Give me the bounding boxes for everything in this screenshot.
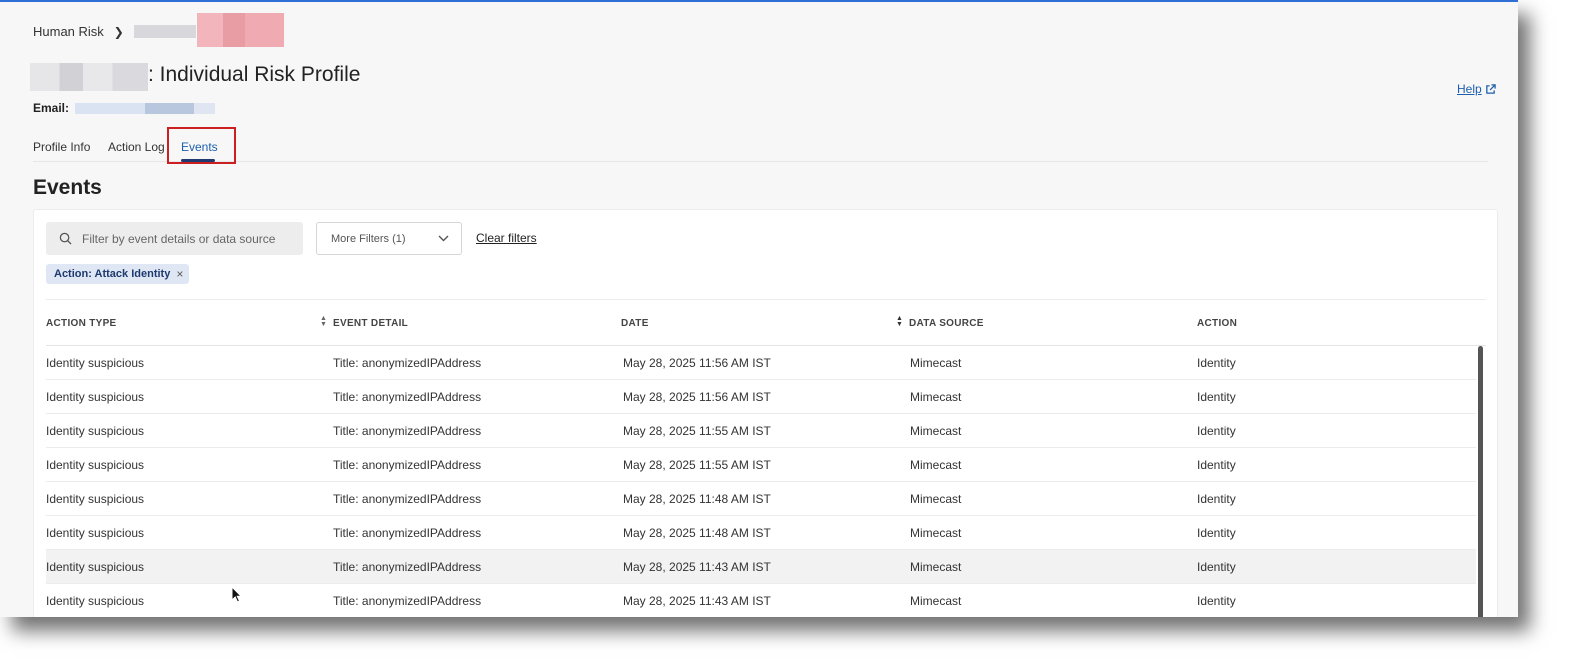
tab-action-log[interactable]: Action Log: [108, 140, 165, 154]
mouse-cursor-icon: [231, 586, 243, 603]
action-cell: Identity: [1197, 594, 1236, 608]
action-type-cell: Identity suspicious: [46, 492, 145, 506]
table-row[interactable]: Identity suspicious Title: anonymizedIPAd…: [46, 448, 1476, 482]
action-cell: Identity: [1197, 458, 1236, 472]
chevron-down-icon: [438, 235, 449, 242]
event-detail-cell: Title: anonymizedIPAddress: [333, 594, 482, 608]
date-cell: May 28, 2025 11:55 AM IST: [623, 458, 771, 472]
email-label: Email:: [33, 101, 70, 115]
help-label: Help: [1457, 82, 1482, 96]
date-cell: May 28, 2025 11:48 AM IST: [623, 492, 771, 506]
date-cell: May 28, 2025 11:43 AM IST: [623, 560, 771, 574]
help-link[interactable]: Help: [1457, 82, 1496, 96]
event-detail-cell: Title: anonymizedIPAddress: [333, 526, 482, 540]
action-type-cell: Identity suspicious: [46, 594, 145, 608]
action-cell: Identity: [1197, 492, 1236, 506]
tab-bar: Profile Info Action Log Events: [33, 136, 1488, 162]
annotation-highlight-box: [167, 127, 236, 164]
event-detail-cell: Title: anonymizedIPAddress: [333, 390, 482, 404]
app-window: Human Risk ❯ : Individual Risk Profile E…: [0, 0, 1518, 617]
redacted-email: [75, 102, 216, 114]
table-body: Identity suspicious Title: anonymizedIPAd…: [46, 346, 1476, 617]
date-cell: May 28, 2025 11:48 AM IST: [623, 526, 771, 540]
search-input[interactable]: [80, 230, 284, 247]
redacted-user-name: [30, 63, 148, 91]
breadcrumb-redacted-name: [133, 25, 196, 38]
action-cell: Identity: [1197, 560, 1236, 574]
table-row[interactable]: Identity suspicious Title: anonymizedIPAd…: [46, 482, 1476, 516]
action-cell: Identity: [1197, 356, 1236, 370]
filter-chip-label: Action: Attack Identity: [54, 268, 171, 280]
data-source-cell: Mimecast: [910, 492, 962, 506]
search-icon: [59, 232, 72, 245]
data-source-cell: Mimecast: [910, 424, 962, 438]
scrollbar-thumb[interactable]: [1478, 346, 1483, 617]
table-row[interactable]: Identity suspicious Title: anonymizedIPAd…: [46, 584, 1476, 617]
action-cell: Identity: [1197, 390, 1236, 404]
scrollbar[interactable]: [1478, 346, 1484, 617]
action-type-cell: Identity suspicious: [46, 560, 145, 574]
column-header-action-type[interactable]: ACTION TYPE: [46, 318, 117, 329]
data-source-cell: Mimecast: [910, 526, 962, 540]
breadcrumb-root-link[interactable]: Human Risk: [33, 24, 104, 39]
divider: [46, 299, 1486, 300]
column-header-action[interactable]: ACTION: [1197, 318, 1237, 329]
action-type-cell: Identity suspicious: [46, 424, 145, 438]
table-row[interactable]: Identity suspicious Title: anonymizedIPAd…: [46, 346, 1476, 380]
event-detail-cell: Title: anonymizedIPAddress: [333, 560, 482, 574]
event-detail-cell: Title: anonymizedIPAddress: [333, 356, 482, 370]
action-cell: Identity: [1197, 526, 1236, 540]
filter-chip: Action: Attack Identity ×: [46, 264, 190, 284]
table-row[interactable]: Identity suspicious Title: anonymizedIPAd…: [46, 550, 1476, 584]
events-card: More Filters (1) Clear filters Action: A…: [33, 209, 1498, 617]
tab-profile-info[interactable]: Profile Info: [33, 140, 90, 154]
more-filters-label: More Filters (1): [331, 232, 406, 245]
table-row[interactable]: Identity suspicious Title: anonymizedIPAd…: [46, 380, 1476, 414]
external-link-icon: [1485, 83, 1496, 94]
date-cell: May 28, 2025 11:56 AM IST: [623, 356, 771, 370]
clear-filters-link[interactable]: Clear filters: [476, 231, 537, 245]
action-type-cell: Identity suspicious: [46, 356, 145, 370]
breadcrumb: Human Risk ❯: [33, 24, 204, 39]
date-cell: May 28, 2025 11:55 AM IST: [623, 424, 771, 438]
chevron-right-icon: ❯: [113, 24, 124, 39]
action-type-cell: Identity suspicious: [46, 390, 145, 404]
table-row[interactable]: Identity suspicious Title: anonymizedIPAd…: [46, 414, 1476, 448]
more-filters-dropdown[interactable]: More Filters (1): [316, 222, 462, 255]
action-cell: Identity: [1197, 424, 1236, 438]
data-source-cell: Mimecast: [910, 594, 962, 608]
email-row: Email:: [33, 101, 216, 115]
table-row[interactable]: Identity suspicious Title: anonymizedIPAd…: [46, 516, 1476, 550]
event-detail-cell: Title: anonymizedIPAddress: [333, 492, 482, 506]
data-source-cell: Mimecast: [910, 458, 962, 472]
event-detail-cell: Title: anonymizedIPAddress: [333, 424, 482, 438]
close-icon[interactable]: ×: [176, 267, 183, 281]
page-title: : Individual Risk Profile: [148, 63, 361, 86]
search-box: [46, 222, 303, 255]
table-header: ACTION TYPE ▲ ▼ EVENT DETAIL DATE ▲ ▼ DATA…: [46, 315, 1486, 335]
event-detail-cell: Title: anonymizedIPAddress: [333, 458, 482, 472]
column-header-date[interactable]: DATE: [621, 318, 649, 329]
action-type-cell: Identity suspicious: [46, 526, 145, 540]
redacted-block: [197, 13, 284, 47]
section-title: Events: [33, 176, 102, 199]
column-header-data-source[interactable]: DATA SOURCE: [909, 318, 984, 329]
action-type-cell: Identity suspicious: [46, 458, 145, 472]
data-source-cell: Mimecast: [910, 560, 962, 574]
date-cell: May 28, 2025 11:56 AM IST: [623, 390, 771, 404]
sort-icon[interactable]: ▲ ▼: [320, 315, 327, 328]
date-cell: May 28, 2025 11:43 AM IST: [623, 594, 771, 608]
data-source-cell: Mimecast: [910, 390, 962, 404]
column-header-event-detail[interactable]: EVENT DETAIL: [333, 318, 408, 329]
sort-desc-icon[interactable]: ▲ ▼: [896, 315, 903, 328]
data-source-cell: Mimecast: [910, 356, 962, 370]
